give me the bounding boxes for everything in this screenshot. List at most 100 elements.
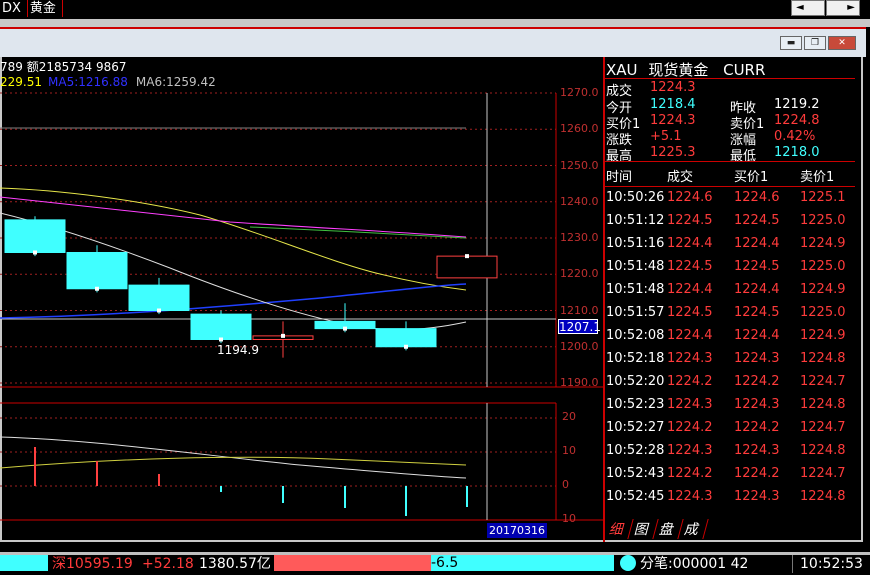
tick-row: 10:50:26 1224.6 1224.6 1225.1 — [606, 190, 854, 210]
tick-price: 1224.4 — [667, 282, 713, 297]
candle-body — [375, 328, 437, 348]
tick-time: 10:52:43 — [606, 466, 665, 481]
close-button[interactable]: ✕ — [828, 36, 856, 50]
candlestick-chart[interactable] — [0, 57, 603, 542]
ticks-list: 10:50:26 1224.6 1224.6 1225.1 10:51:12 1224.5… — [606, 190, 854, 512]
scroll-left-button[interactable]: ◄ — [791, 0, 825, 16]
tick-ask: 1225.0 — [800, 305, 846, 320]
symbol-tabs: DX 黄金 — [0, 0, 63, 17]
tick-bid: 1224.5 — [734, 259, 780, 274]
tick-row: 10:51:12 1224.5 1224.5 1225.0 — [606, 213, 854, 233]
tick-time: 10:52:23 — [606, 397, 665, 412]
candle-close-marker — [281, 333, 285, 338]
tick-time: 10:51:48 — [606, 282, 665, 297]
tab-dx[interactable]: DX — [0, 0, 28, 17]
tick-ask: 1224.8 — [800, 397, 846, 412]
tick-bid: 1224.3 — [734, 489, 780, 504]
candle-body — [436, 255, 498, 279]
tick-ask: 1224.8 — [800, 443, 846, 458]
tick-time: 10:52:45 — [606, 489, 665, 504]
candle-close-marker — [157, 308, 161, 313]
tick-bid: 1224.4 — [734, 282, 780, 297]
tick-header-price: 成交 — [667, 170, 694, 185]
tick-row: 10:52:45 1224.3 1224.3 1224.8 — [606, 489, 854, 509]
candle-body — [128, 284, 190, 311]
tick-bid: 1224.5 — [734, 305, 780, 320]
candle-close-marker — [343, 326, 347, 331]
breadth-value: -6.5 — [431, 555, 459, 571]
candle-close-marker — [219, 337, 223, 342]
tab-gold[interactable]: 黄金 — [28, 0, 63, 17]
tick-row: 10:52:20 1224.2 1224.2 1224.7 — [606, 374, 854, 394]
sub-tick-label: 0 — [562, 478, 569, 491]
current-price-label: 1207.1 — [558, 319, 601, 334]
sub-yellow-line — [0, 456, 467, 469]
market-breadth-bar: -6.5 — [274, 555, 614, 571]
tab-trades[interactable]: 成 — [678, 519, 709, 539]
tick-price: 1224.4 — [667, 236, 713, 251]
tick-header-time: 时间 — [606, 170, 633, 185]
open-value: 1218.4 — [650, 97, 696, 112]
tick-price: 1224.2 — [667, 466, 713, 481]
chart-grid — [0, 92, 556, 487]
quote-name: 现货黄金 — [648, 61, 709, 79]
tick-price: 1224.5 — [667, 259, 713, 274]
price-tick-label: 1250.0 — [560, 158, 599, 172]
tick-row: 10:51:16 1224.4 1224.4 1224.9 — [606, 236, 854, 256]
tick-ask: 1225.1 — [800, 190, 846, 205]
tick-bid: 1224.6 — [734, 190, 780, 205]
low-value: 1218.0 — [774, 145, 820, 160]
sub-tick-label: 10 — [562, 444, 576, 457]
tick-row: 10:52:23 1224.3 1224.3 1224.8 — [606, 397, 854, 417]
tick-time: 10:52:27 — [606, 420, 665, 435]
tick-header-bid: 买价1 — [734, 170, 769, 185]
tick-time: 10:52:28 — [606, 443, 665, 458]
tick-time: 10:50:26 — [606, 190, 665, 205]
prev-close-value: 1219.2 — [774, 97, 820, 112]
tick-bid: 1224.3 — [734, 443, 780, 458]
tick-time: 10:51:48 — [606, 259, 665, 274]
tick-price: 1224.3 — [667, 397, 713, 412]
tick-bid: 1224.3 — [734, 397, 780, 412]
clock: 10:52:53 — [800, 556, 863, 572]
tick-bid: 1224.2 — [734, 374, 780, 389]
tick-ask: 1225.0 — [800, 213, 846, 228]
price-tick-label: 1210.0 — [560, 303, 599, 317]
panel-tabs: 细 图 盘 成 — [603, 519, 709, 539]
candle-close-marker — [33, 250, 37, 255]
tick-row: 10:52:43 1224.2 1224.2 1224.7 — [606, 466, 854, 486]
scroll-right-button[interactable]: ► — [826, 0, 860, 16]
tick-ask: 1224.9 — [800, 328, 846, 343]
tick-price: 1224.5 — [667, 305, 713, 320]
tick-time: 10:51:16 — [606, 236, 665, 251]
price-tick-label: 1220.0 — [560, 267, 599, 281]
restore-button[interactable]: ❐ — [804, 36, 826, 50]
tick-ask: 1224.7 — [800, 466, 846, 481]
ask-value: 1224.8 — [774, 113, 820, 128]
sub-tick-label: 10 — [562, 512, 576, 525]
candle-close-marker — [404, 344, 408, 349]
tick-row: 10:52:28 1224.3 1224.3 1224.8 — [606, 443, 854, 463]
minimize-button[interactable]: ▬ — [780, 36, 802, 50]
tick-price: 1224.6 — [667, 190, 713, 205]
tick-ticker: 分笔:000001 42 — [640, 556, 749, 572]
tick-price: 1224.3 — [667, 489, 713, 504]
tick-price: 1224.2 — [667, 420, 713, 435]
quote-market: CURR — [723, 61, 766, 79]
index-change: +52.18 — [142, 556, 194, 572]
tick-ask: 1224.9 — [800, 236, 846, 251]
tick-ask: 1224.7 — [800, 374, 846, 389]
tick-price: 1224.2 — [667, 374, 713, 389]
tick-ask: 1224.9 — [800, 282, 846, 297]
top-tab-bar — [0, 0, 870, 18]
window-controls: ▬ ❐ ✕ — [780, 36, 856, 50]
breadth-red-part — [274, 555, 431, 571]
window-titlebar — [0, 27, 866, 57]
tick-bid: 1224.3 — [734, 351, 780, 366]
candle-body — [4, 219, 66, 253]
price-tick-label: 1240.0 — [560, 194, 599, 208]
high-value: 1225.3 — [650, 145, 696, 160]
tick-time: 10:51:57 — [606, 305, 665, 320]
status-cyan-block — [0, 555, 48, 571]
tick-time: 10:51:12 — [606, 213, 665, 228]
